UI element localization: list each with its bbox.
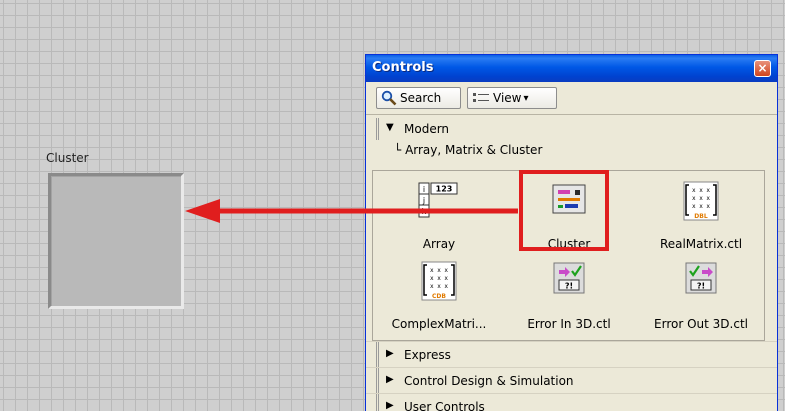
matrix-row-2: x x x: [430, 275, 448, 282]
palette-item-cluster[interactable]: Cluster: [509, 175, 629, 255]
cluster-label: Cluster: [46, 151, 89, 165]
error-tag: ?!: [697, 282, 705, 291]
category-bar: [376, 118, 379, 140]
error-in-label: Error In 3D.ctl: [527, 317, 611, 331]
real-matrix-label: RealMatrix.ctl: [659, 237, 743, 251]
error-out-label: Error Out 3D.ctl: [654, 317, 748, 331]
palette-item-error-out[interactable]: ?! Error Out 3D.ctl: [641, 255, 761, 335]
matrix-row-2: x x x: [692, 195, 710, 202]
subcategory-text: └ Array, Matrix & Cluster: [394, 143, 542, 157]
palette-title: Controls: [372, 60, 434, 75]
search-button[interactable]: Search: [376, 87, 461, 109]
category-bar: [376, 368, 379, 393]
array-index-k: k: [422, 207, 427, 216]
category-bar: [376, 394, 379, 411]
complex-matrix-label: ComplexMatri...: [391, 317, 487, 331]
cluster-item-label: Cluster: [547, 237, 591, 251]
array-index-i: i: [423, 185, 425, 194]
palette-items: i j k 123 Array Cluster x x x x x x x x …: [372, 170, 765, 341]
collapsed-categories: ▶ Express ▶ Control Design & Simulation …: [366, 341, 777, 411]
magnifier-icon: [381, 90, 397, 106]
matrix-row-1: x x x: [692, 187, 710, 194]
close-icon: ×: [757, 61, 768, 75]
palette-item-real-matrix[interactable]: x x x x x x x x x DBL RealMatrix.ctl: [641, 175, 761, 255]
error-in-icon: ?!: [553, 262, 585, 294]
complex-matrix-icon: x x x x x x x x x CDB: [421, 261, 457, 301]
category-label: Control Design & Simulation: [404, 374, 574, 388]
list-view-icon: [473, 93, 489, 102]
matrix-row-3: x x x: [692, 203, 710, 210]
error-tag: ?!: [565, 282, 573, 291]
array-label: Array: [422, 237, 456, 251]
cluster-icon: [552, 184, 586, 214]
array-icon: i j k 123: [418, 182, 458, 218]
subcategory-label: Array, Matrix & Cluster: [405, 143, 543, 157]
controls-palette: Controls × Search View ▾ ▼ Modern └ Arra…: [365, 54, 778, 411]
palette-item-error-in[interactable]: ?! Error In 3D.ctl: [509, 255, 629, 335]
collapse-arrow-icon: ▶: [386, 348, 394, 359]
array-value-text: 123: [436, 185, 453, 194]
collapse-arrow-icon: ▶: [386, 374, 394, 385]
expand-arrow-icon: ▼: [386, 122, 394, 133]
close-button[interactable]: ×: [754, 60, 771, 77]
view-button[interactable]: View ▾: [467, 87, 557, 109]
category-user-controls[interactable]: ▶ User Controls: [366, 393, 777, 411]
category-bar: [376, 342, 379, 367]
real-matrix-icon: x x x x x x x x x DBL: [683, 181, 719, 221]
palette-toolbar: Search View ▾: [366, 82, 777, 115]
view-label: View: [493, 91, 522, 105]
palette-item-complex-matrix[interactable]: x x x x x x x x x CDB ComplexMatri...: [379, 255, 499, 335]
subcategory-row[interactable]: └ Array, Matrix & Cluster: [366, 140, 777, 162]
cluster-control[interactable]: [48, 173, 184, 309]
matrix-row-1: x x x: [430, 267, 448, 274]
palette-item-array[interactable]: i j k 123 Array: [379, 175, 499, 255]
tree-branch-icon: └: [394, 143, 402, 157]
category-label: Modern: [404, 122, 450, 136]
array-index-j: j: [422, 196, 425, 205]
category-control-design[interactable]: ▶ Control Design & Simulation: [366, 367, 777, 393]
category-express[interactable]: ▶ Express: [366, 341, 777, 367]
category-label: Express: [404, 348, 451, 362]
error-out-icon: ?!: [685, 262, 717, 294]
matrix-type-tag: CDB: [432, 293, 446, 300]
dropdown-arrow-icon: ▾: [523, 92, 529, 104]
matrix-type-tag: DBL: [694, 213, 708, 220]
category-label: User Controls: [404, 400, 485, 411]
palette-titlebar[interactable]: Controls ×: [366, 55, 777, 82]
collapse-arrow-icon: ▶: [386, 400, 394, 411]
category-modern[interactable]: ▼ Modern: [366, 118, 777, 140]
search-label: Search: [400, 91, 442, 105]
matrix-row-3: x x x: [430, 283, 448, 290]
